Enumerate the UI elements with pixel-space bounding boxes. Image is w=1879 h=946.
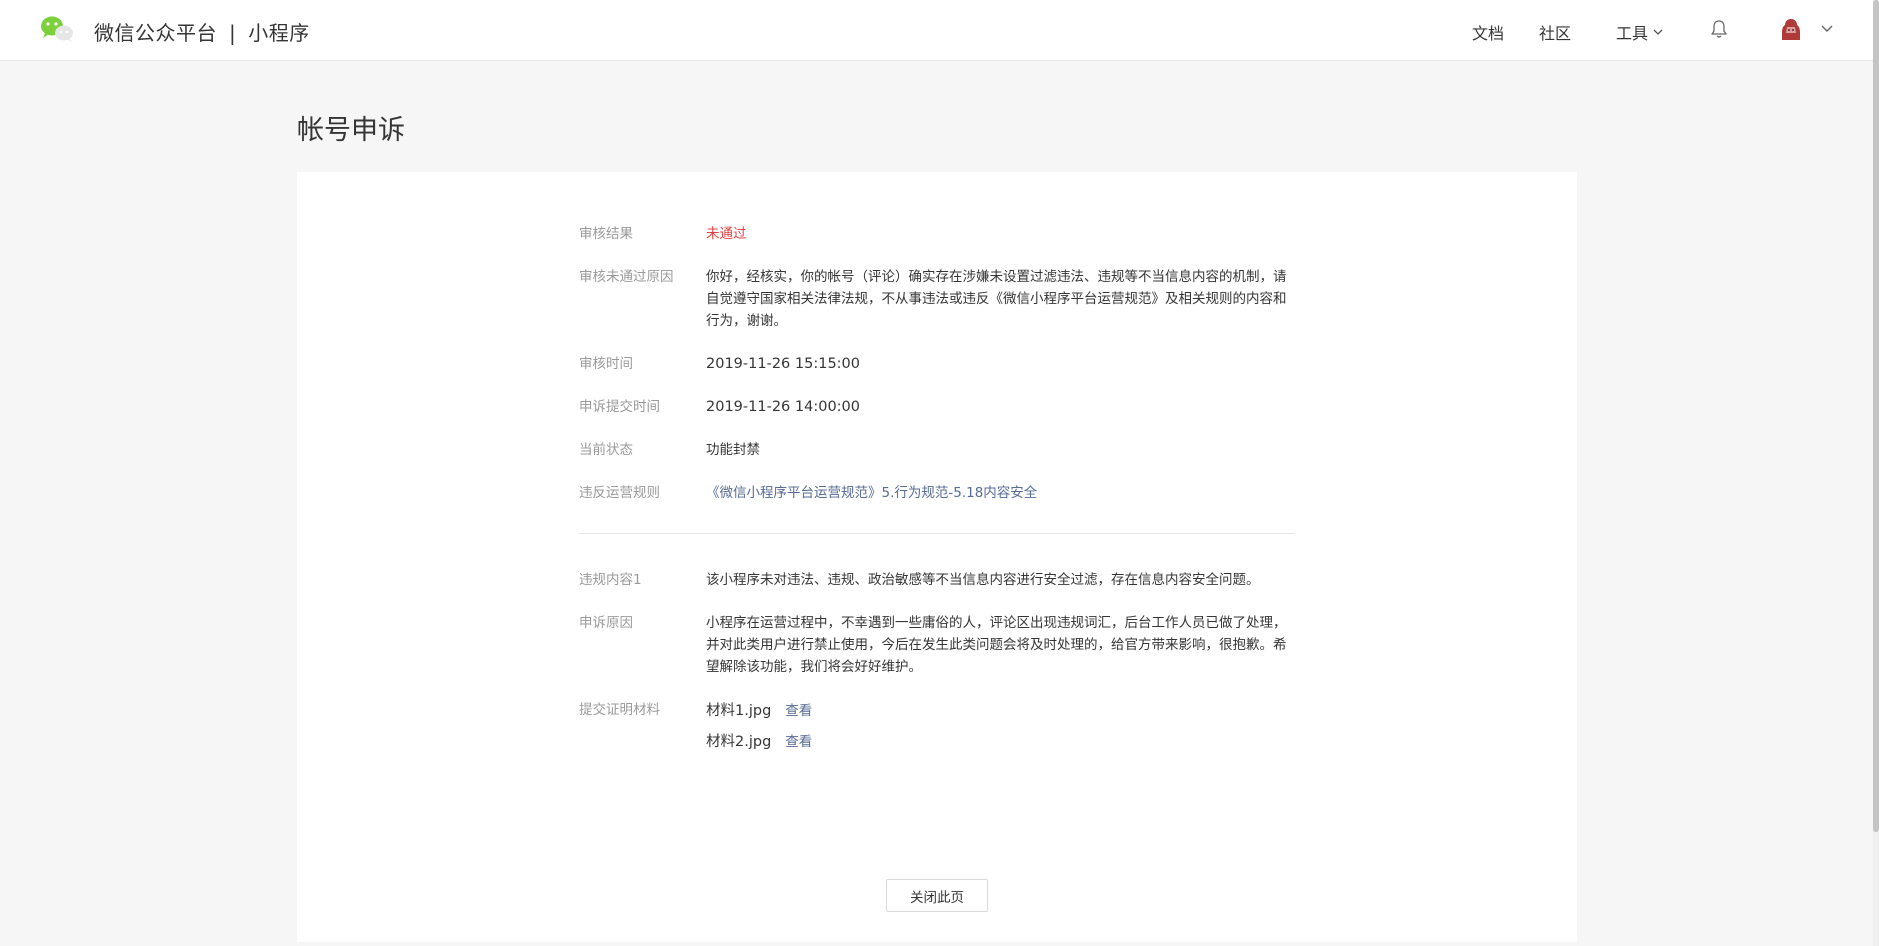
review-time-value: 2019-11-26 15:15:00 [706,356,860,372]
rejection-reason-value: 你好，经核实，你的帐号（评论）确实存在涉嫌未设置过滤违法、违规等不当信息内容的机… [706,269,1287,329]
detail-label: 申诉原因 [579,615,633,631]
user-avatar[interactable] [1780,18,1802,42]
nav-community-link[interactable]: 社区 [1539,20,1571,44]
view-material-link[interactable]: 查看 [785,700,812,722]
list-item: 材料1.jpg 查看 [706,695,1299,726]
material-filename: 材料1.jpg [706,702,772,719]
brand-main: 微信公众平台 [94,21,217,45]
top-navigation-bar: 微信公众平台 | 小程序 文档 社区 工具 [0,0,1873,61]
detail-label: 审核时间 [579,356,633,372]
view-material-link[interactable]: 查看 [785,731,812,753]
detail-label: 违规内容1 [579,572,642,588]
section-divider [579,533,1295,534]
chevron-down-icon[interactable] [1820,23,1834,35]
brand-sub: 小程序 [248,21,310,45]
nav-tools-dropdown[interactable]: 工具 [1616,20,1664,44]
page-title: 帐号申诉 [297,115,405,146]
materials-list: 材料1.jpg 查看 材料2.jpg 查看 [706,695,1299,757]
detail-label: 当前状态 [579,442,633,458]
bell-icon[interactable] [1710,19,1728,39]
appeal-detail-card: 审核结果 未通过 审核未通过原因 你好，经核实，你的帐号（评论）确实存在涉嫌未设… [297,172,1577,942]
wechat-logo-icon[interactable] [39,14,75,44]
brand-separator: | [229,21,237,45]
violation-content-value: 该小程序未对违法、违规、政治敏感等不当信息内容进行安全过滤，存在信息内容安全问题… [706,572,1260,588]
list-item: 材料2.jpg 查看 [706,726,1299,757]
current-status-value: 功能封禁 [706,442,760,458]
detail-label: 审核结果 [579,226,633,242]
chevron-down-icon [1653,29,1663,35]
nav-docs-link[interactable]: 文档 [1472,20,1504,44]
submit-time-value: 2019-11-26 14:00:00 [706,399,860,415]
page-scrollbar-track[interactable] [1873,0,1879,946]
violated-rule-link[interactable]: 《微信小程序平台运营规范》5.行为规范-5.18内容安全 [706,482,1299,504]
result-status-value: 未通过 [706,226,747,242]
material-filename: 材料2.jpg [706,733,772,750]
platform-brand[interactable]: 微信公众平台 | 小程序 [94,17,310,46]
detail-label: 提交证明材料 [579,702,660,718]
nav-tools-label: 工具 [1616,24,1649,43]
detail-label: 审核未通过原因 [579,269,674,285]
detail-label: 申诉提交时间 [579,399,660,415]
detail-label: 违反运营规则 [579,485,660,501]
close-page-button[interactable]: 关闭此页 [886,879,988,912]
page-scrollbar-thumb[interactable] [1873,0,1879,832]
appeal-reason-value: 小程序在运营过程中，不幸遇到一些庸俗的人，评论区出现违规词汇，后台工作人员已做了… [706,615,1287,675]
